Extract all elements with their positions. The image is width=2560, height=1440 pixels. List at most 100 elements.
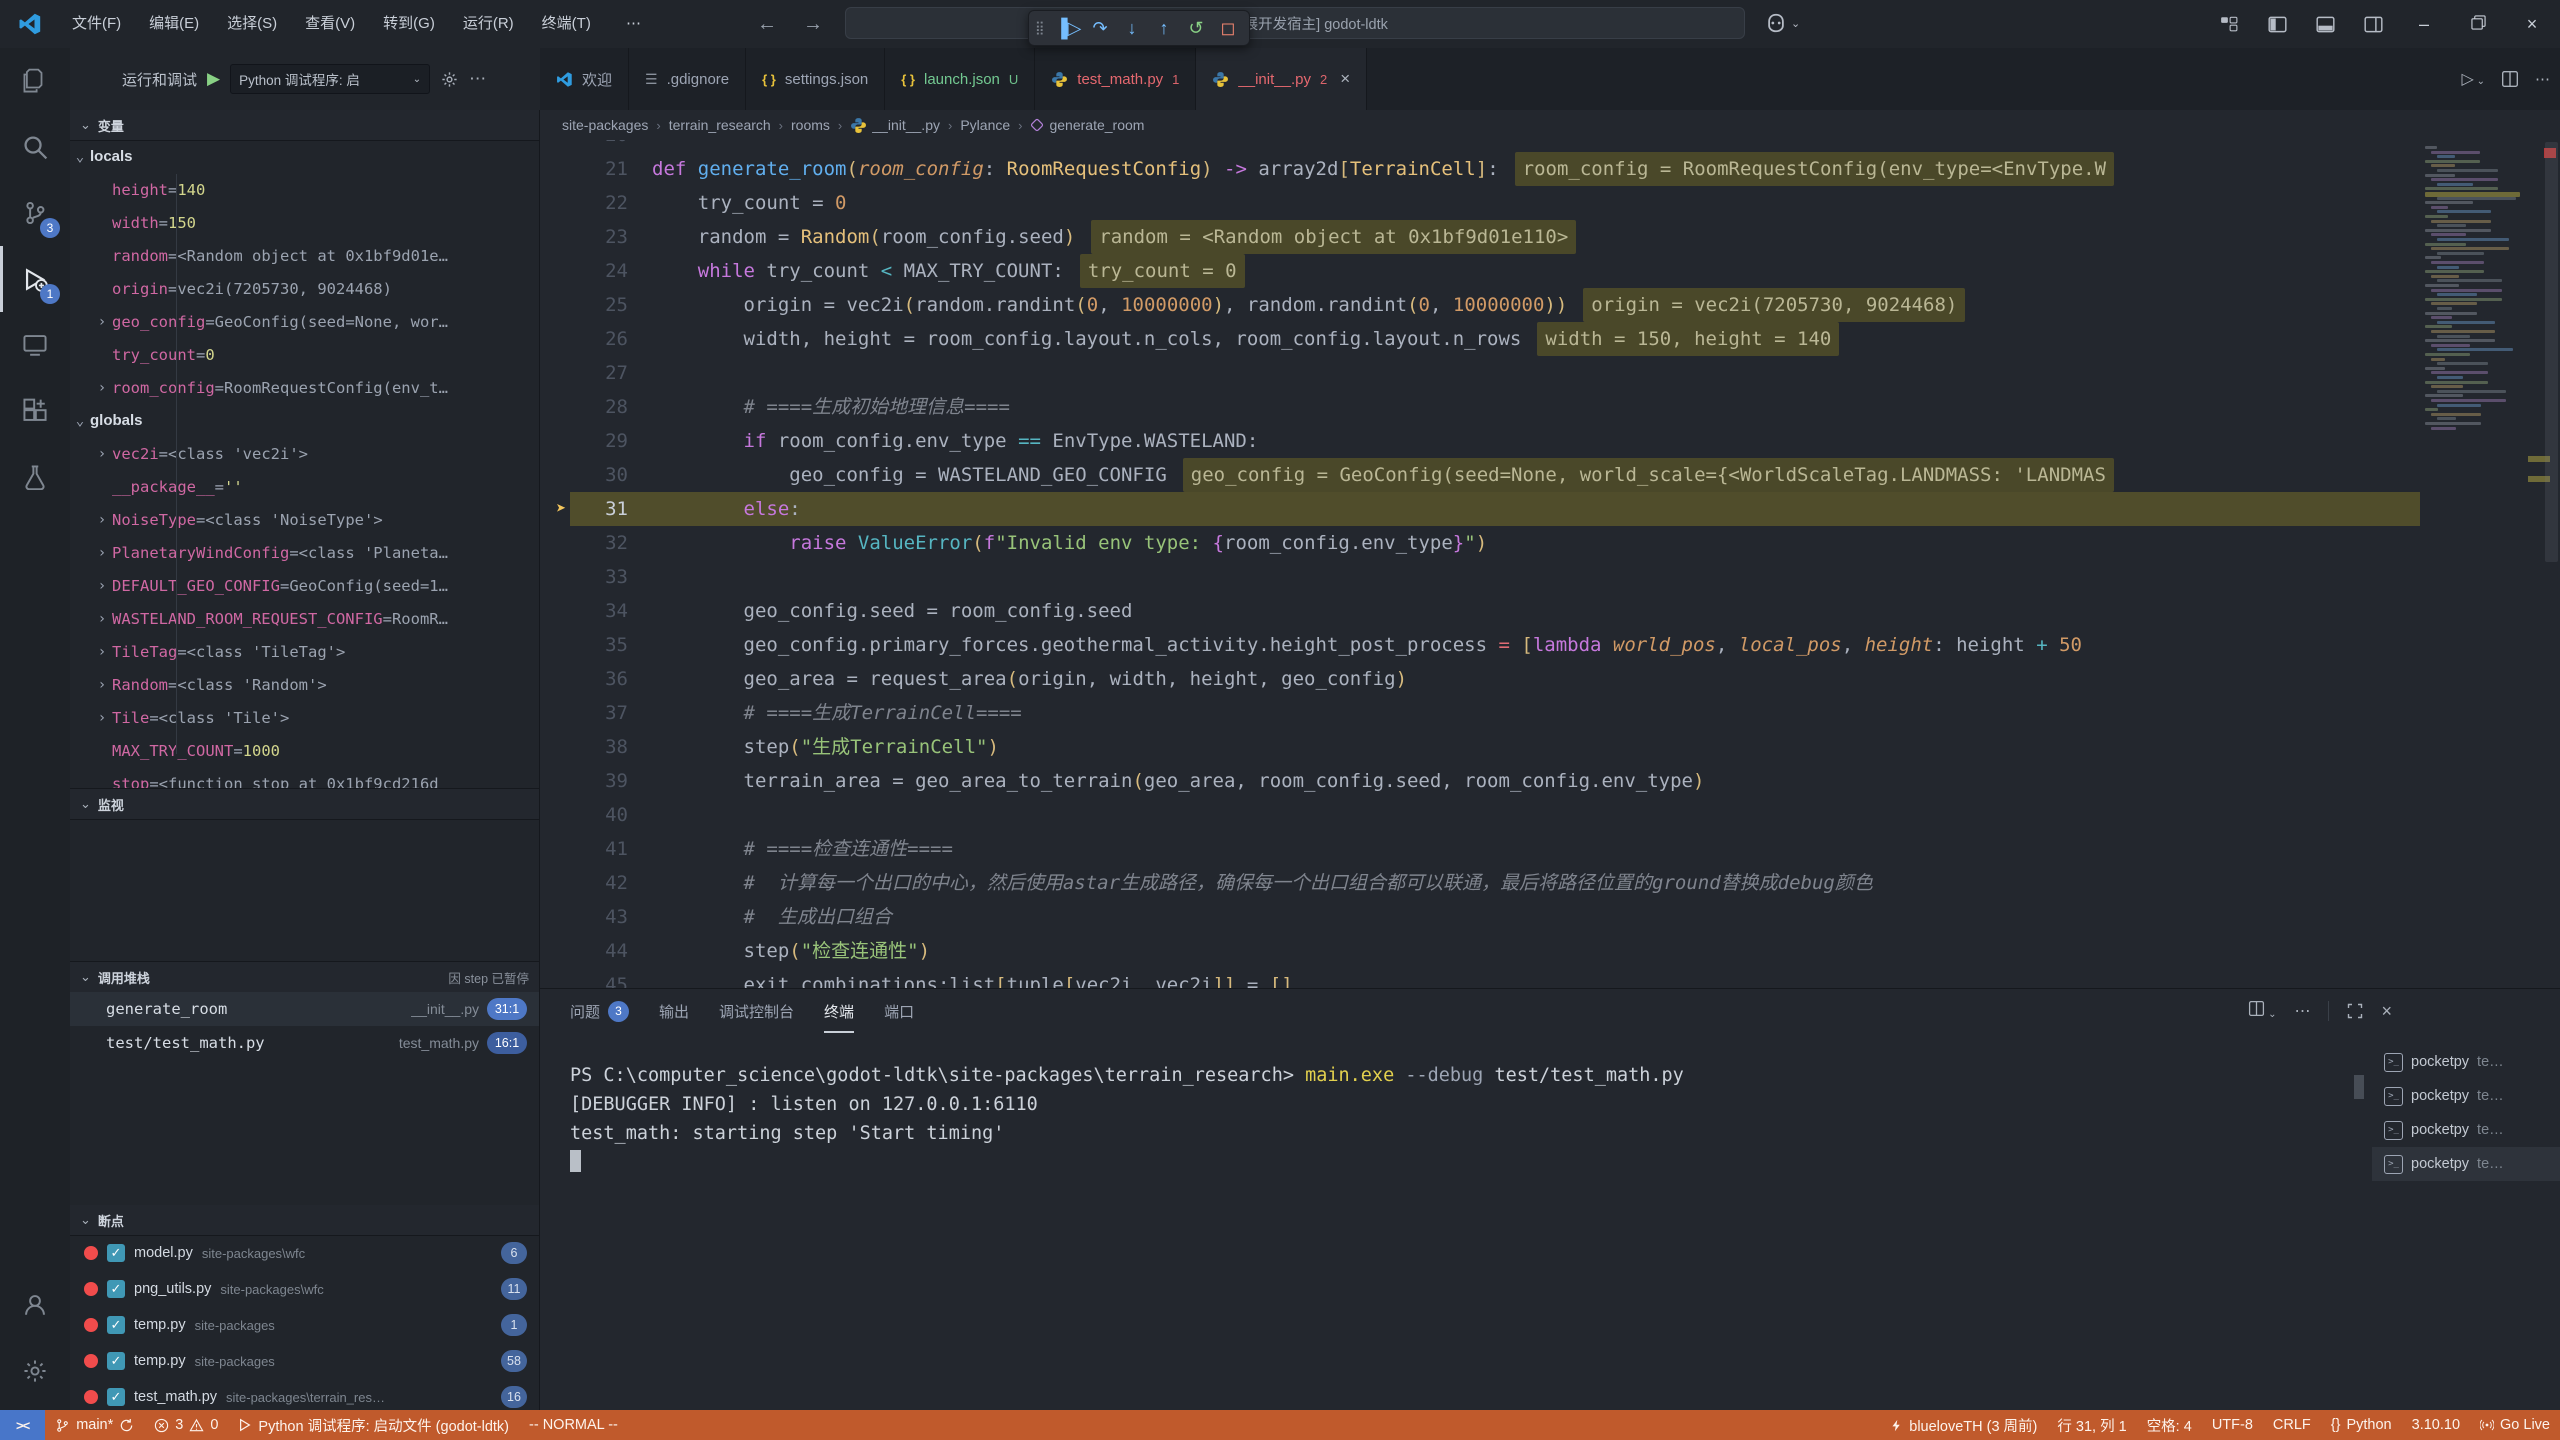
view-more-actions-icon[interactable]: ⋯: [469, 69, 486, 89]
status-branch[interactable]: main*: [45, 1410, 144, 1440]
editor-scrollbar[interactable]: [2545, 142, 2558, 562]
status-indentation[interactable]: 空格: 4: [2137, 1410, 2202, 1440]
code-line[interactable]: 45 exit_combinations:list[tuple[vec2i, v…: [540, 968, 2560, 988]
variable-row[interactable]: ›Tile = <class 'Tile'>: [70, 701, 539, 734]
code-line[interactable]: 23 random = Random(room_config.seed)rand…: [540, 220, 2560, 254]
tab-test_math.py[interactable]: test_math.py1: [1035, 48, 1196, 110]
maximize-panel-icon[interactable]: [2347, 1003, 2363, 1019]
code-line[interactable]: 39 terrain_area = geo_area_to_terrain(ge…: [540, 764, 2560, 798]
customize-layout-icon[interactable]: [2218, 13, 2240, 35]
status-language[interactable]: {}Python: [2321, 1410, 2402, 1440]
close-panel-icon[interactable]: ×: [2381, 1001, 2392, 1022]
breakpoint-row[interactable]: ✓test_math.pysite-packages\terrain_res…1…: [70, 1379, 539, 1410]
menu-item[interactable]: 运行(R): [449, 8, 528, 40]
code-line[interactable]: 30 geo_config = WASTELAND_GEO_CONFIGgeo_…: [540, 458, 2560, 492]
start-debug-icon[interactable]: ▶: [207, 69, 220, 89]
variable-row[interactable]: stop = <function stop at 0x1bf9cd216d: [70, 767, 539, 789]
breakpoints-header[interactable]: ⌄断点: [70, 1205, 539, 1235]
code-line[interactable]: 26 width, height = room_config.layout.n_…: [540, 322, 2560, 356]
breakpoint-checkbox[interactable]: ✓: [107, 1316, 125, 1334]
code-line[interactable]: 38 step("生成TerrainCell"): [540, 730, 2560, 764]
variables-header[interactable]: ⌄变量: [70, 110, 539, 140]
status-encoding[interactable]: UTF-8: [2202, 1410, 2263, 1440]
variable-row[interactable]: height = 140: [70, 173, 539, 206]
terminal-list-item[interactable]: >_pocketpyte…: [2372, 1079, 2560, 1113]
window-minimize-icon[interactable]: –: [2410, 14, 2438, 35]
breadcrumb-item[interactable]: generate_room: [1030, 117, 1144, 133]
variable-row[interactable]: ›geo_config = GeoConfig(seed=None, wor…: [70, 305, 539, 338]
sidebar-item-run-debug[interactable]: 1: [0, 246, 70, 312]
breakpoint-row[interactable]: ✓png_utils.pysite-packages\wfc11: [70, 1271, 539, 1307]
menu-item[interactable]: 文件(F): [58, 8, 135, 40]
terminal-list-item[interactable]: >_pocketpyte…: [2372, 1113, 2560, 1147]
remote-indicator[interactable]: ><: [0, 1410, 45, 1440]
sidebar-item-extensions[interactable]: [0, 378, 70, 444]
menu-item[interactable]: 终端(T): [528, 8, 605, 40]
code-line[interactable]: 22 try_count = 0: [540, 186, 2560, 220]
code-line[interactable]: 41 # ====检查连通性====: [540, 832, 2560, 866]
command-center-search[interactable]: [扩展开发宿主] godot-ldtk: [845, 7, 1745, 39]
terminal-list-item[interactable]: >_pocketpyte…: [2372, 1147, 2560, 1181]
settings-gear-icon[interactable]: [0, 1338, 70, 1404]
toggle-primary-sidebar-icon[interactable]: [2266, 13, 2288, 35]
tab-settings.json[interactable]: { }settings.json: [746, 48, 885, 110]
breadcrumb-item[interactable]: rooms: [791, 117, 830, 133]
debug-step-into-icon[interactable]: ↓: [1117, 14, 1147, 42]
debug-step-over-icon[interactable]: ↷: [1085, 14, 1115, 42]
variable-row[interactable]: ›Random = <class 'Random'>: [70, 668, 539, 701]
toggle-panel-icon[interactable]: [2314, 13, 2336, 35]
window-close-icon[interactable]: ×: [2518, 14, 2546, 35]
nav-back-icon[interactable]: ←: [752, 10, 782, 38]
code-line[interactable]: 36 geo_area = request_area(origin, width…: [540, 662, 2560, 696]
code-line[interactable]: 28 # ====生成初始地理信息====: [540, 390, 2560, 424]
editor-more-actions-icon[interactable]: ⋯: [2535, 70, 2550, 88]
status-vim-mode[interactable]: -- NORMAL --: [519, 1410, 628, 1440]
breakpoint-checkbox[interactable]: ✓: [107, 1352, 125, 1370]
code-line[interactable]: 34 geo_config.seed = room_config.seed: [540, 594, 2560, 628]
variable-row[interactable]: origin = vec2i(7205730, 9024468): [70, 272, 539, 305]
code-line[interactable]: 24 while try_count < MAX_TRY_COUNT:try_c…: [540, 254, 2560, 288]
menu-item[interactable]: 查看(V): [291, 8, 369, 40]
toolbar-drag-handle[interactable]: ⣿: [1035, 20, 1051, 36]
panel-tab-终端[interactable]: 终端: [824, 989, 854, 1033]
breakpoint-row[interactable]: ✓temp.pysite-packages58: [70, 1343, 539, 1379]
variable-row[interactable]: ›TileTag = <class 'TileTag'>: [70, 635, 539, 668]
panel-tab-输出[interactable]: 输出: [659, 989, 689, 1033]
variable-row[interactable]: __package__ = '': [70, 470, 539, 503]
sidebar-item-source-control[interactable]: 3: [0, 180, 70, 246]
tab-launch.json[interactable]: { }launch.jsonU: [885, 48, 1035, 110]
variable-row[interactable]: ›NoiseType = <class 'NoiseType'>: [70, 503, 539, 536]
status-python-version[interactable]: 3.10.10: [2402, 1410, 2470, 1440]
variable-row[interactable]: width = 150: [70, 206, 539, 239]
panel-scrollbar[interactable]: [2354, 1075, 2364, 1099]
code-line[interactable]: 44 step("检查连通性"): [540, 934, 2560, 968]
variable-row[interactable]: try_count = 0: [70, 338, 539, 371]
scope-row[interactable]: ⌄locals: [70, 140, 539, 173]
breakpoint-row[interactable]: ✓temp.pysite-packages1: [70, 1307, 539, 1343]
debug-continue-icon[interactable]: ▐▷: [1053, 14, 1083, 42]
code-line[interactable]: 32 raise ValueError(f"Invalid env type: …: [540, 526, 2560, 560]
sidebar-item-remote-explorer[interactable]: [0, 312, 70, 378]
menu-item[interactable]: 选择(S): [213, 8, 291, 40]
panel-more-actions-icon[interactable]: ⋯: [2294, 1001, 2310, 1021]
sidebar-item-explorer[interactable]: [0, 48, 70, 114]
code-line[interactable]: 20: [540, 140, 2560, 152]
panel-tab-端口[interactable]: 端口: [884, 989, 914, 1033]
callstack-frame[interactable]: generate_room__init__.py31:1: [70, 992, 539, 1026]
terminal-list-item[interactable]: >_pocketpyte…: [2372, 1045, 2560, 1079]
toggle-secondary-sidebar-icon[interactable]: [2362, 13, 2384, 35]
code-line[interactable]: 42 # 计算每一个出口的中心，然后使用astar生成路径，确保每一个出口组合都…: [540, 866, 2560, 900]
terminal-output[interactable]: PS C:\computer_science\godot-ldtk\site-p…: [570, 1061, 2370, 1177]
menu-item[interactable]: 编辑(E): [135, 8, 213, 40]
code-line[interactable]: 29 if room_config.env_type == EnvType.WA…: [540, 424, 2560, 458]
copilot-menu[interactable]: ⌄: [1765, 12, 1800, 34]
status-debug-target[interactable]: Python 调试程序: 启动文件 (godot-ldtk): [228, 1410, 519, 1440]
breakpoint-checkbox[interactable]: ✓: [107, 1244, 125, 1262]
code-line[interactable]: 33: [540, 560, 2560, 594]
status-problems[interactable]: 3 0: [144, 1410, 228, 1440]
code-editor[interactable]: 2021def generate_room(room_config: RoomR…: [540, 140, 2560, 988]
status-eol[interactable]: CRLF: [2263, 1410, 2321, 1440]
breakpoint-row[interactable]: ✓model.pysite-packages\wfc6: [70, 1235, 539, 1271]
code-line[interactable]: 35 geo_config.primary_forces.geothermal_…: [540, 628, 2560, 662]
breadcrumb-item[interactable]: __init__.py: [850, 117, 940, 134]
